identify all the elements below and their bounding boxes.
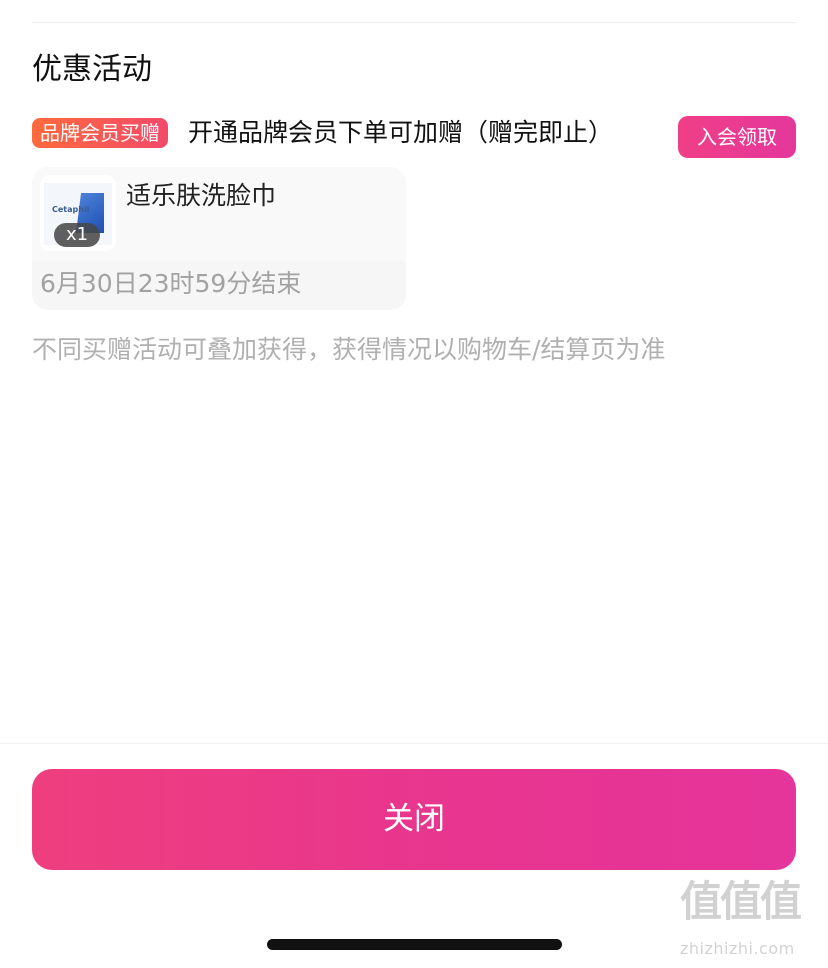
- gift-thumbnail: Cetaphil x1: [40, 175, 116, 251]
- top-divider: [32, 22, 796, 23]
- close-button[interactable]: 关闭: [32, 769, 796, 870]
- gift-name: 适乐肤洗脸巾: [126, 181, 277, 210]
- promo-note: 不同买赠活动可叠加获得，获得情况以购物车/结算页为准: [32, 335, 666, 364]
- section-title: 优惠活动: [32, 52, 152, 87]
- gift-card: Cetaphil x1 适乐肤洗脸巾 6月30日23时59分结束: [32, 167, 406, 310]
- home-indicator: [267, 939, 562, 950]
- watermark-url: zhizhizhi.com: [680, 939, 795, 958]
- watermark-logo: 值值值: [680, 877, 802, 926]
- promo-badge: 品牌会员买赠: [32, 118, 168, 148]
- gift-end-time: 6月30日23时59分结束: [40, 269, 302, 298]
- join-membership-button[interactable]: 入会领取: [678, 116, 796, 158]
- bottom-divider: [0, 743, 828, 744]
- promo-row: 品牌会员买赠 开通品牌会员下单可加赠（赠完即止） 入会领取: [32, 116, 796, 160]
- promo-description: 开通品牌会员下单可加赠（赠完即止）: [188, 118, 614, 147]
- thumbnail-brand: Cetaphil: [52, 205, 90, 214]
- watermark: 值值值 zhizhizhi.com: [678, 878, 818, 958]
- quantity-badge: x1: [54, 223, 100, 247]
